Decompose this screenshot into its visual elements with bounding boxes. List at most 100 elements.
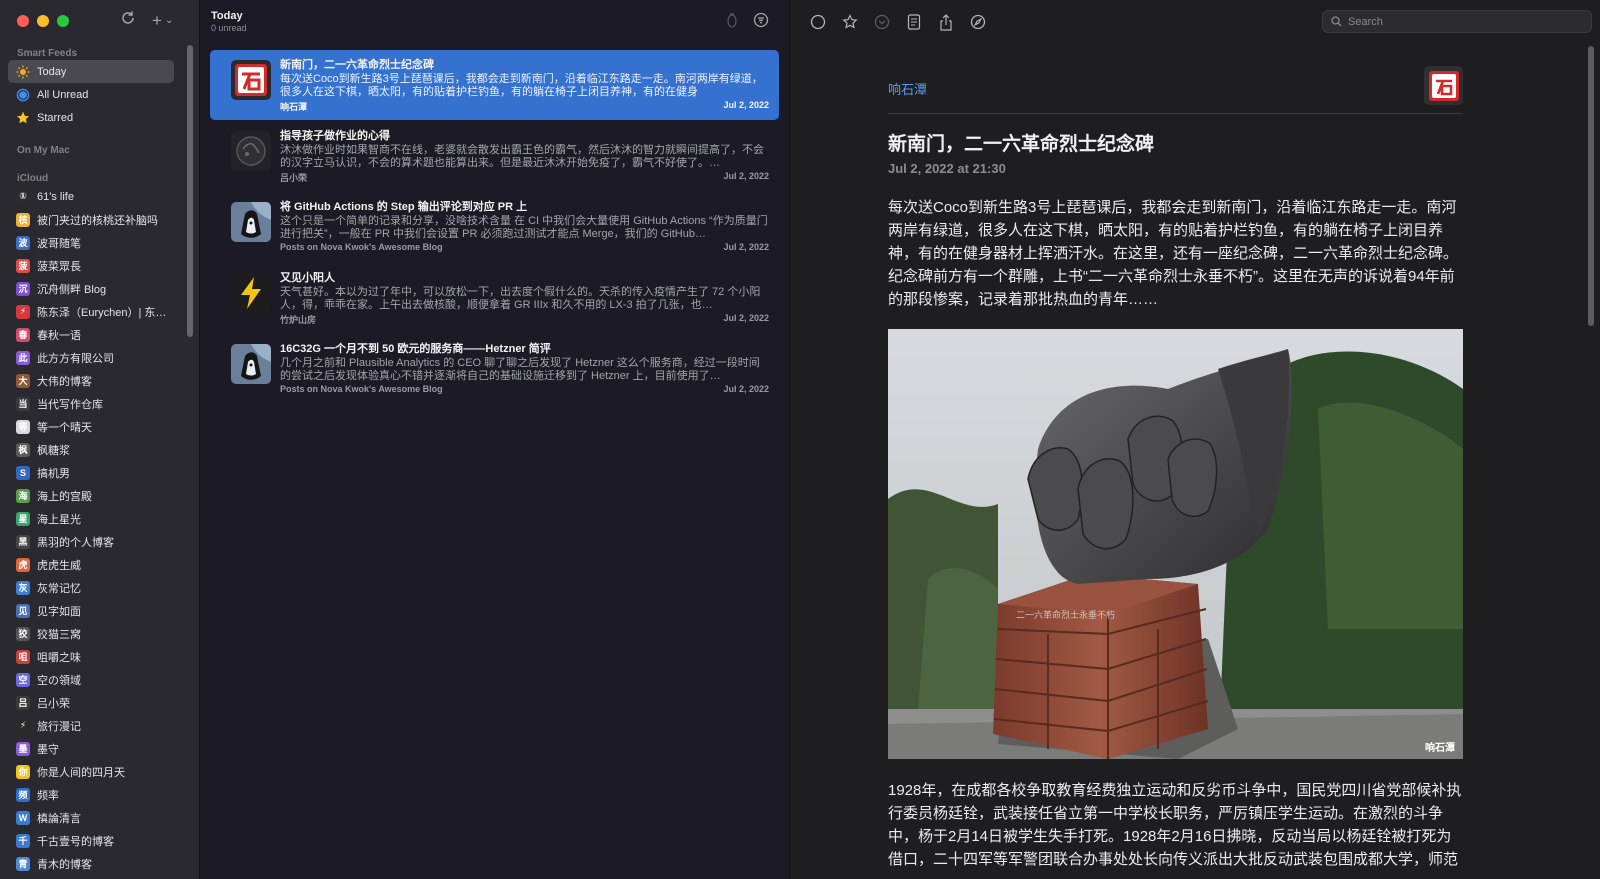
- sidebar-item-feed[interactable]: 春春秋一语: [8, 323, 174, 346]
- sidebar-item-feed[interactable]: 频频率: [8, 783, 174, 806]
- article-row[interactable]: 又见小阳人天气甚好。本以为过了年中，可以放松一下，出去度个假什么的。天杀的传入疫…: [210, 263, 779, 333]
- sidebar-item-feed[interactable]: 虎虎虎生威: [8, 553, 174, 576]
- reader-scrollbar[interactable]: [1588, 46, 1594, 326]
- article-row[interactable]: 16C32G 一个月不到 50 欧元的服务商——Hetzner 简评 几个月之前和…: [210, 334, 779, 404]
- feed-avatar-icon: [231, 202, 271, 242]
- article-row[interactable]: 新南门，二一六革命烈士纪念碑 每次送Coco到新生路3号上琵琶课后，我都会走到新南…: [210, 50, 779, 120]
- feed-favicon-icon: 灰: [16, 580, 30, 595]
- article-view: 响石潭 新南门，二一六革命烈士纪念碑 Jul 2, 2022 at 21:30 …: [790, 44, 1600, 879]
- sidebar-item-feed[interactable]: 吕吕小荣: [8, 691, 174, 714]
- minimize-window-button[interactable]: [37, 15, 49, 27]
- feed-favicon-icon: ⚡: [16, 304, 30, 319]
- sidebar-item-label: 波哥随笔: [37, 237, 81, 250]
- feed-favicon-icon: 大: [16, 373, 30, 388]
- sidebar-item-feed[interactable]: 你你是人间的四月天: [8, 760, 174, 783]
- feed-favicon-icon: 菠: [16, 258, 30, 273]
- sidebar-item-feed[interactable]: ① 61's life: [8, 185, 174, 208]
- sidebar-item-feed[interactable]: 见见字如面: [8, 599, 174, 622]
- timeline-title: Today: [211, 10, 243, 22]
- sidebar-item-feed[interactable]: S 搞机男: [8, 461, 174, 484]
- smart-feed-starred[interactable]: Starred: [8, 106, 174, 129]
- feed-favicon-icon: 星: [16, 511, 30, 526]
- on-my-mac-heading[interactable]: On My Mac: [0, 141, 199, 157]
- article-row-summary: 天气甚好。本以为过了年中，可以放松一下，出去度个假什么的。天杀的传入疫情产生了 …: [280, 286, 761, 311]
- article-feed-link[interactable]: 响石潭: [888, 79, 927, 98]
- reader-view-icon[interactable]: [905, 13, 923, 31]
- article-date: Jul 2, 2022 at 21:30: [888, 161, 1006, 176]
- article-row[interactable]: 将 GitHub Actions 的 Step 输出评论到对应 PR 上这个只是…: [210, 192, 779, 262]
- sidebar-item-feed[interactable]: 菠菠菜眾長: [8, 254, 174, 277]
- article-row[interactable]: 指导孩子做作业的心得 沐沐做作业时如果智商不在线，老婆就会散发出霸王色的霸气，然后…: [210, 121, 779, 191]
- share-icon[interactable]: [937, 13, 955, 31]
- sidebar-item-feed[interactable]: 咀咀嚼之味: [8, 645, 174, 668]
- sidebar-item-label: 见字如面: [37, 605, 81, 618]
- feed-favicon-icon: 当: [16, 396, 30, 411]
- sidebar-scrollbar[interactable]: [187, 45, 193, 337]
- sidebar-item-feed[interactable]: 黑黑羽的个人博客: [8, 530, 174, 553]
- sidebar-item-feed[interactable]: 当当代写作仓库: [8, 392, 174, 415]
- close-window-button[interactable]: [17, 15, 29, 27]
- sidebar-item-label: Starred: [37, 111, 74, 124]
- sidebar-item-feed[interactable]: 狡狡猫三窝: [8, 622, 174, 645]
- sidebar-item-feed[interactable]: 波波哥随笔: [8, 231, 174, 254]
- smart-feed-all-unread[interactable]: All Unread: [8, 83, 174, 106]
- sidebar-item-feed[interactable]: 等等一个晴天: [8, 415, 174, 438]
- sidebar-item-feed[interactable]: ⚡ 旅行漫记: [8, 714, 174, 737]
- article-row-title: 又见小阳人: [280, 272, 335, 284]
- feed-favicon-icon: 核: [16, 212, 30, 227]
- article-row-feed: 响石潭: [280, 102, 308, 112]
- smart-feed-today[interactable]: Today: [8, 60, 174, 83]
- sidebar-item-feed[interactable]: 沉沉舟侧畔 Blog: [8, 277, 174, 300]
- sidebar-item-feed[interactable]: 千千古壹号的博客: [8, 829, 174, 852]
- feed-favicon-icon: 咀: [16, 649, 30, 664]
- sidebar-item-feed[interactable]: 大大伟的博客: [8, 369, 174, 392]
- article-row-title: 指导孩子做作业的心得: [280, 130, 390, 142]
- sidebar-item-label: 61's life: [37, 190, 74, 203]
- feed-favicon-icon: 波: [16, 235, 30, 250]
- search-icon: [1331, 16, 1342, 27]
- sidebar-item-label: 沉舟侧畔 Blog: [37, 283, 107, 296]
- star-icon[interactable]: [841, 13, 859, 31]
- mark-unread-icon[interactable]: [809, 13, 827, 31]
- monument-inscription: 二一六革命烈士永垂不朽: [1016, 609, 1115, 621]
- sidebar-item-feed[interactable]: ⚡ 陈东泽（Eurychen）| 东…: [8, 300, 174, 323]
- article-row-summary: 几个月之前和 Plausible Analytics 的 CEO 聊了聊之后发现…: [280, 357, 760, 382]
- search-field[interactable]: [1322, 10, 1592, 33]
- feed-favicon-icon: S: [16, 465, 30, 480]
- article-row-feed: 竹炉山房: [280, 315, 317, 325]
- search-input[interactable]: [1348, 15, 1568, 28]
- sidebar-item-feed[interactable]: 此此方方有限公司: [8, 346, 174, 369]
- sidebar-item-feed[interactable]: 星海上星光: [8, 507, 174, 530]
- refresh-icon[interactable]: [120, 10, 136, 31]
- zoom-window-button[interactable]: [57, 15, 69, 27]
- feed-favicon-icon: 千: [16, 833, 30, 848]
- reader-pane: 响石潭 新南门，二一六革命烈士纪念碑 Jul 2, 2022 at 21:30 …: [790, 0, 1600, 879]
- feed-avatar-icon: [231, 344, 271, 384]
- feed-favicon-icon: 频: [16, 787, 30, 802]
- feed-avatar-icon: [231, 60, 271, 100]
- next-unread-icon[interactable]: [873, 13, 891, 31]
- add-feed-button[interactable]: + ⌄: [152, 11, 173, 31]
- sidebar-item-feed[interactable]: 空空の領域: [8, 668, 174, 691]
- sidebar-item-feed[interactable]: 青青木的博客: [8, 852, 174, 875]
- sidebar-item-feed[interactable]: 灰灰常记忆: [8, 576, 174, 599]
- article-row-date: Jul 2, 2022: [723, 313, 769, 323]
- sidebar-item-feed[interactable]: 核被门夹过的核桃还补脑吗: [8, 208, 174, 231]
- filter-icon[interactable]: [753, 12, 769, 33]
- plus-icon: +: [152, 10, 162, 30]
- sidebar-item-feed[interactable]: 海海上的宫殿: [8, 484, 174, 507]
- sidebar-item-feed[interactable]: W 槙論清言: [8, 806, 174, 829]
- mark-all-read-icon[interactable]: [725, 12, 739, 33]
- feed-favicon-icon: 黑: [16, 534, 30, 549]
- icloud-heading[interactable]: iCloud: [0, 169, 199, 185]
- star-icon: [16, 111, 30, 125]
- sidebar-item-label: 旅行漫记: [37, 720, 81, 733]
- sidebar-item-feed[interactable]: 枫枫糖浆: [8, 438, 174, 461]
- open-in-browser-icon[interactable]: [969, 13, 987, 31]
- sidebar-item-feed[interactable]: 墨墨守: [8, 737, 174, 760]
- sidebar-item-label: 狡猫三窝: [37, 628, 81, 641]
- monument-photo: 二一六革命烈士永垂不朽 响石潭: [888, 329, 1463, 759]
- sidebar-item-label: 此方方有限公司: [37, 352, 114, 365]
- feed-favicon-icon: 青: [16, 856, 30, 871]
- feed-favicon-icon: ①: [16, 189, 30, 204]
